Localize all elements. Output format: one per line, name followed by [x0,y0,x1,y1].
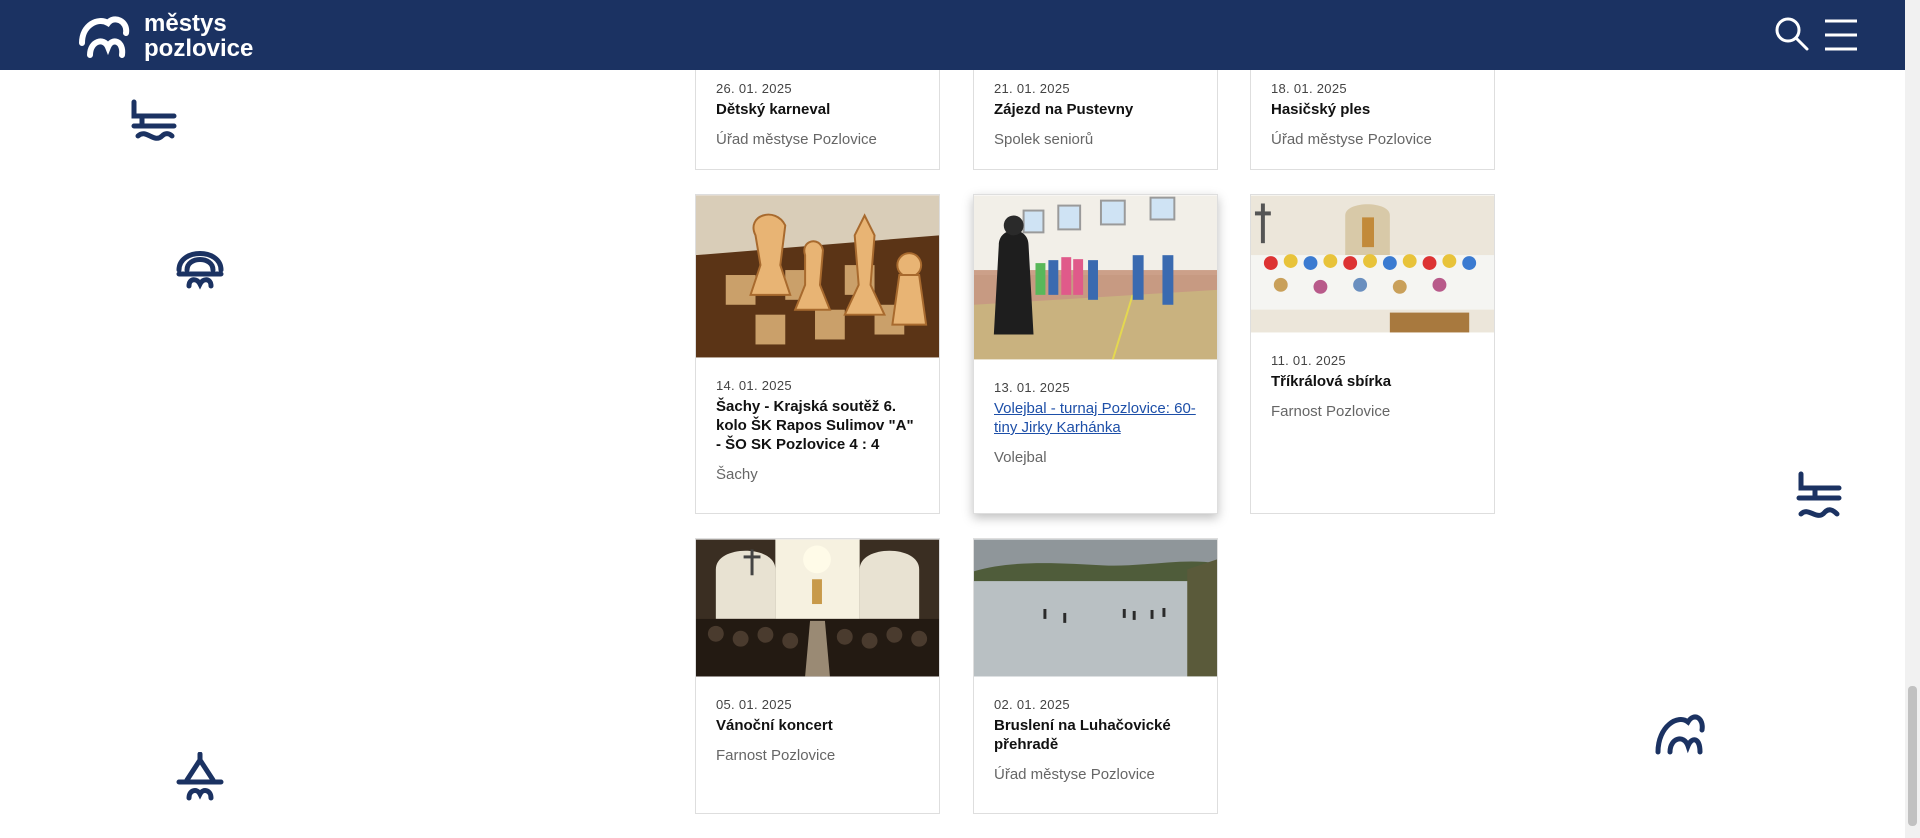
card-category: Volejbal [994,449,1047,466]
decorative-waves-icon [1655,714,1705,755]
decorative-tent-icon [176,752,224,801]
news-card[interactable]: 13. 01. 2025 Volejbal - turnaj Pozlovice… [973,194,1218,514]
card-date: 13. 01. 2025 [994,380,1070,395]
gym-volleyball-photo[interactable] [974,195,1217,360]
logo-line2: pozlovice [144,35,254,62]
card-date: 18. 01. 2025 [1271,81,1347,96]
decorative-emblem-icon [131,99,177,141]
news-card[interactable]: 02. 01. 2025 Bruslení na Luhačovické pře… [973,538,1218,814]
news-card[interactable]: 14. 01. 2025 Šachy - Krajská soutěž 6. k… [695,194,940,514]
card-category: Úřad městyse Pozlovice [994,766,1155,783]
card-title[interactable]: Bruslení na Luhačovické přehradě [994,716,1197,754]
card-date: 11. 01. 2025 [1271,353,1346,368]
card-date: 05. 01. 2025 [716,697,792,712]
church-concert-photo[interactable] [696,539,939,677]
card-category: Farnost Pozlovice [716,747,836,764]
card-title[interactable]: Tříkrálová sbírka [1271,372,1474,391]
logo-mark-icon [79,16,130,58]
card-category: Spolek seniorů [994,131,1094,148]
news-card[interactable]: 11. 01. 2025 Tříkrálová sbírka Farnost P… [1250,194,1495,514]
site-logo[interactable]: městys pozlovice [78,10,253,62]
chess-pieces-photo[interactable] [696,195,939,358]
card-title-link[interactable]: Volejbal - turnaj Pozlovice: 60-tiny Jir… [994,399,1197,437]
card-title[interactable]: Dětský karneval [716,100,919,119]
ice-skating-lake-photo[interactable] [974,539,1217,677]
card-category: Úřad městyse Pozlovice [1271,131,1432,148]
card-category: Šachy [716,466,758,483]
news-card[interactable]: 05. 01. 2025 Vánoční koncert Farnost Poz… [695,538,940,814]
search-icon[interactable] [1774,16,1810,57]
card-category: Farnost Pozlovice [1271,403,1391,420]
decorative-emblem-icon-right [1796,471,1842,518]
card-title[interactable]: Vánoční koncert [716,716,919,735]
hamburger-menu-icon[interactable] [1824,18,1858,57]
card-date: 26. 01. 2025 [716,81,792,96]
card-title[interactable]: Hasičský ples [1271,100,1474,119]
card-category: Úřad městyse Pozlovice [716,131,877,148]
page-scrollbar[interactable] [1905,0,1920,838]
church-carolers-photo[interactable] [1251,195,1494,333]
card-title[interactable]: Zájezd na Pustevny [994,100,1197,119]
scrollbar-thumb[interactable] [1908,686,1917,826]
card-date: 14. 01. 2025 [716,378,792,393]
card-date: 02. 01. 2025 [994,697,1070,712]
card-title[interactable]: Šachy - Krajská soutěž 6. kolo ŠK Rapos … [716,397,919,454]
logo-text: městys pozlovice [144,11,253,61]
decorative-arch-icon [176,251,224,290]
card-date: 21. 01. 2025 [994,81,1070,96]
site-header: městys pozlovice [0,0,1905,70]
logo-line1: městys [144,10,227,37]
